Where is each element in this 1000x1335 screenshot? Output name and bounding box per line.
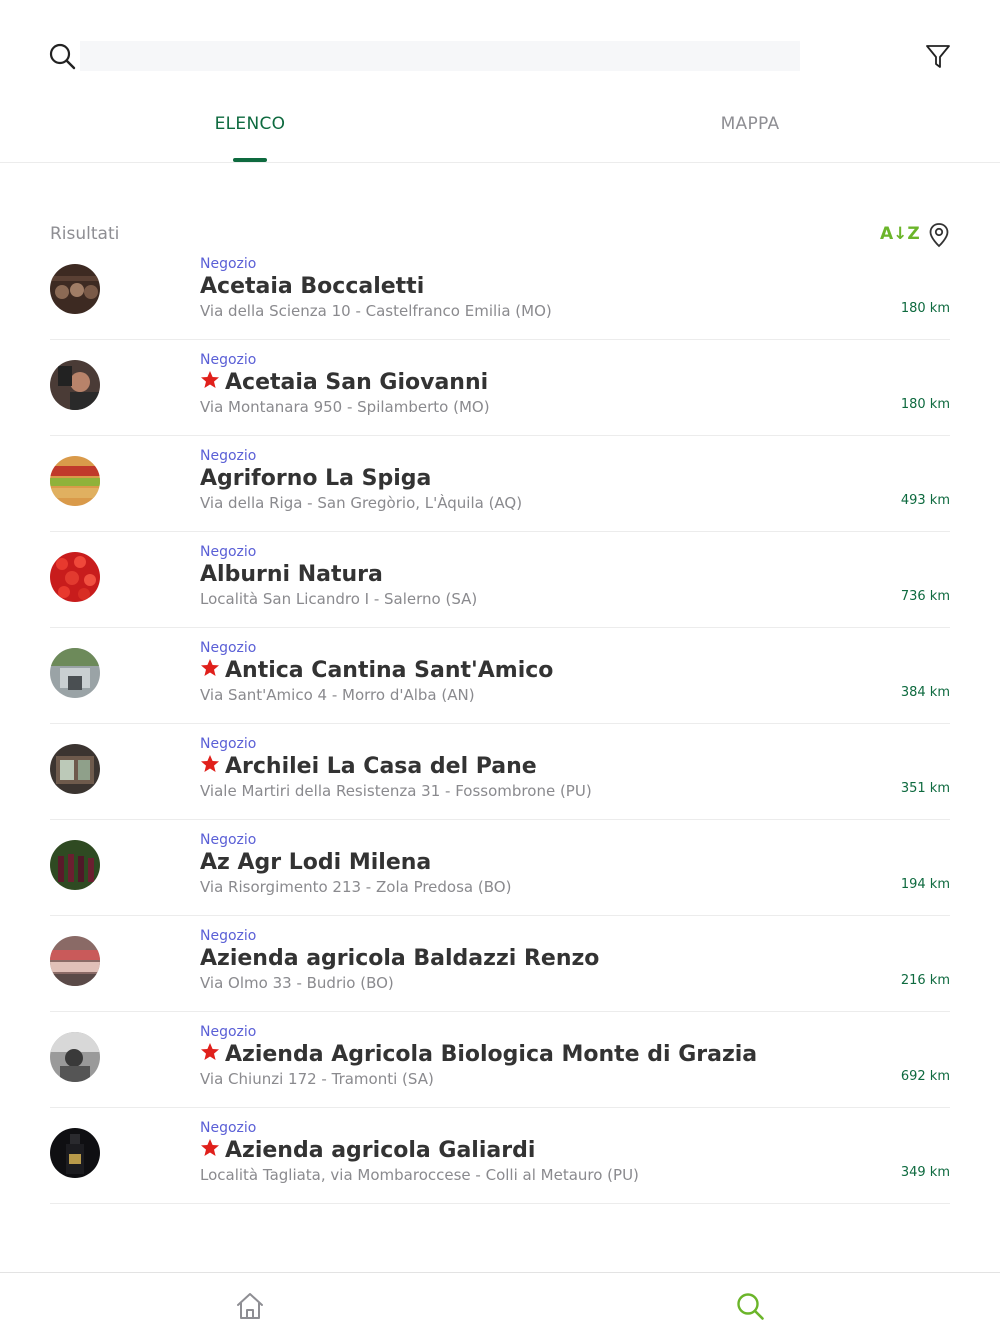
item-distance: 180 km — [900, 397, 950, 412]
item-type: Negozio — [200, 256, 257, 272]
tab-mappa[interactable]: MAPPA — [500, 100, 1000, 162]
shop-thumbnail — [50, 936, 100, 986]
results-list: Negozio Acetaia Boccaletti Via della Sci… — [50, 244, 950, 1204]
item-name: Alburni Natura — [200, 562, 383, 587]
item-address: Via della Riga - San Gregòrio, L'Àquila … — [200, 494, 523, 512]
item-address: Località Tagliata, via Mombaroccese - Co… — [200, 1166, 639, 1184]
shop-thumbnail — [50, 360, 100, 410]
active-tab-indicator — [233, 158, 267, 162]
item-type: Negozio — [200, 1024, 257, 1040]
filter-icon[interactable] — [924, 42, 952, 70]
list-item[interactable]: Negozio Acetaia Boccaletti Via della Sci… — [50, 244, 950, 340]
item-type: Negozio — [200, 544, 257, 560]
item-distance: 692 km — [900, 1069, 950, 1084]
item-name: Agriforno La Spiga — [200, 466, 432, 491]
shop-thumbnail — [50, 1128, 100, 1178]
item-address: Via Sant'Amico 4 - Morro d'Alba (AN) — [200, 686, 475, 704]
list-item[interactable]: Negozio Acetaia San Giovanni Via Montana… — [50, 340, 950, 436]
item-distance: 351 km — [900, 781, 950, 796]
item-name: Antica Cantina Sant'Amico — [225, 658, 554, 683]
item-distance: 493 km — [900, 493, 950, 508]
bottom-navigation — [0, 1272, 1000, 1335]
item-type: Negozio — [200, 928, 257, 944]
star-icon — [201, 659, 219, 676]
item-distance: 349 km — [900, 1165, 950, 1180]
shop-thumbnail — [50, 648, 100, 698]
item-name: Archilei La Casa del Pane — [225, 754, 537, 779]
item-name: Azienda Agricola Biologica Monte di Graz… — [225, 1042, 758, 1067]
list-item[interactable]: Negozio Azienda agricola Baldazzi Renzo … — [50, 916, 950, 1012]
star-icon — [201, 755, 219, 772]
shop-thumbnail — [50, 264, 100, 314]
item-name: Azienda agricola Baldazzi Renzo — [200, 946, 600, 971]
search-input[interactable] — [80, 41, 800, 71]
item-address: Viale Martiri della Resistenza 31 - Foss… — [200, 782, 592, 800]
shop-thumbnail — [50, 456, 100, 506]
search-tab-icon[interactable] — [735, 1291, 765, 1321]
home-icon[interactable] — [235, 1291, 265, 1321]
sort-az-button[interactable]: A↓Z — [880, 224, 920, 244]
shop-thumbnail — [50, 1032, 100, 1082]
item-name: Az Agr Lodi Milena — [200, 850, 432, 875]
item-address: Via Montanara 950 - Spilamberto (MO) — [200, 398, 490, 416]
item-distance: 216 km — [900, 973, 950, 988]
results-label: Risultati — [50, 224, 120, 244]
item-name: Acetaia Boccaletti — [200, 274, 425, 299]
shop-thumbnail — [50, 744, 100, 794]
list-item[interactable]: Negozio Antica Cantina Sant'Amico Via Sa… — [50, 628, 950, 724]
list-item[interactable]: Negozio Azienda agricola Galiardi Locali… — [50, 1108, 950, 1204]
list-item[interactable]: Negozio Alburni Natura Località San Lica… — [50, 532, 950, 628]
item-distance: 384 km — [900, 685, 950, 700]
item-type: Negozio — [200, 832, 257, 848]
item-distance: 180 km — [900, 301, 950, 316]
list-item[interactable]: Negozio Archilei La Casa del Pane Viale … — [50, 724, 950, 820]
item-address: Via Risorgimento 213 - Zola Predosa (BO) — [200, 878, 512, 896]
item-type: Negozio — [200, 736, 257, 752]
star-icon — [201, 371, 219, 388]
list-item[interactable]: Negozio Azienda Agricola Biologica Monte… — [50, 1012, 950, 1108]
item-distance: 736 km — [900, 589, 950, 604]
item-address: Via della Scienza 10 - Castelfranco Emil… — [200, 302, 552, 320]
item-type: Negozio — [200, 352, 257, 368]
shop-thumbnail — [50, 840, 100, 890]
item-type: Negozio — [200, 448, 257, 464]
item-name: Azienda agricola Galiardi — [225, 1138, 536, 1163]
tab-elenco[interactable]: ELENCO — [0, 100, 500, 162]
item-type: Negozio — [200, 640, 257, 656]
shop-thumbnail — [50, 552, 100, 602]
item-address: Via Chiunzi 172 - Tramonti (SA) — [200, 1070, 434, 1088]
item-address: Via Olmo 33 - Budrio (BO) — [200, 974, 394, 992]
star-icon — [201, 1043, 219, 1060]
item-distance: 194 km — [900, 877, 950, 892]
list-item[interactable]: Negozio Agriforno La Spiga Via della Rig… — [50, 436, 950, 532]
list-item[interactable]: Negozio Az Agr Lodi Milena Via Risorgime… — [50, 820, 950, 916]
item-type: Negozio — [200, 1120, 257, 1136]
view-tabs: ELENCO MAPPA — [0, 100, 1000, 163]
search-icon[interactable] — [48, 42, 76, 70]
star-icon — [201, 1139, 219, 1156]
item-address: Località San Licandro I - Salerno (SA) — [200, 590, 478, 608]
top-bar — [0, 0, 1000, 100]
item-name: Acetaia San Giovanni — [225, 370, 489, 395]
